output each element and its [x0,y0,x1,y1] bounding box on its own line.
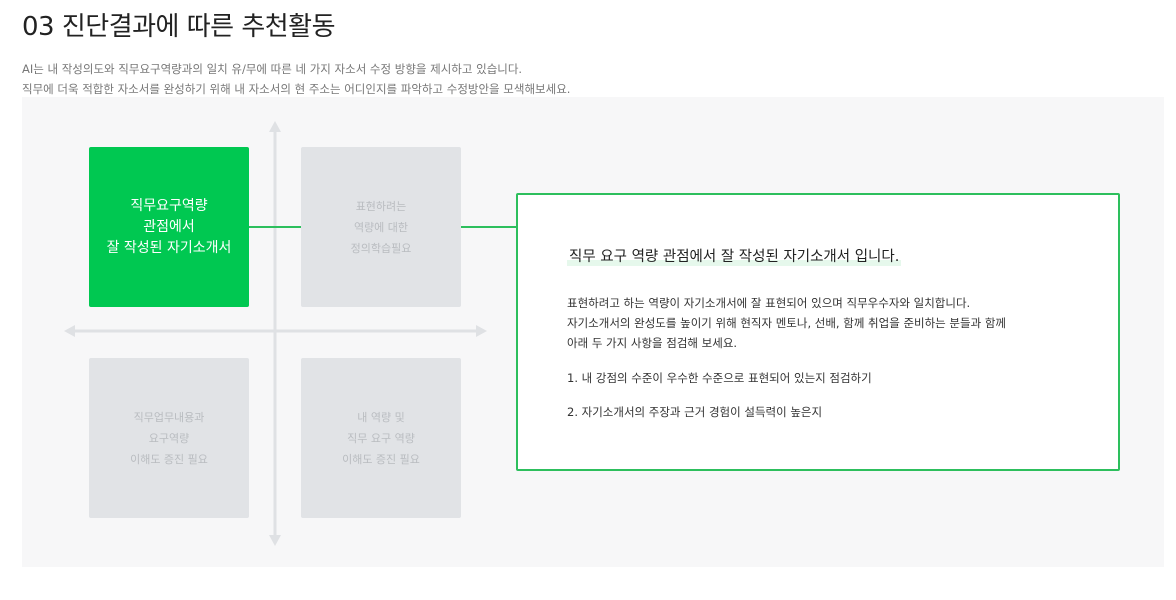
quadrant-label: 잘 작성된 자기소개서 [106,239,232,256]
detail-card: 직무 요구 역량 관점에서 잘 작성된 자기소개서 입니다. 표현하려고 하는 … [516,193,1120,471]
quadrant-job-understanding[interactable]: 직무업무내용과 요구역량 이해도 증진 필요 [89,358,249,518]
page: 03 진단결과에 따른 추천활동 AI는 내 작성의도와 직무요구역량과의 일치… [0,0,1176,600]
quadrant-label: 내 역량 및 [357,410,405,424]
description-line-2: 직무에 더욱 적합한 자소서를 완성하기 위해 내 자소서의 현 주소는 어디인… [22,82,571,96]
checklist: 1. 내 강점의 수준이 우수한 수준으로 표현되어 있는지 점검하기 2. 자… [567,368,872,422]
quadrant-label: 정의학습필요 [350,241,412,255]
description-line-1: AI는 내 작성의도와 직무요구역량과의 일치 유/무에 따른 네 가지 자소서… [22,62,523,76]
quadrant-label: 이해도 증진 필요 [130,452,208,466]
arrow-up-icon [269,121,281,132]
quadrant-label: 이해도 증진 필요 [342,452,420,466]
detail-body-line: 자기소개서의 완성도를 높이기 위해 현직자 멘토나, 선배, 함께 취업을 준… [567,316,1006,330]
arrow-down-icon [269,535,281,546]
checklist-item: 2. 자기소개서의 주장과 근거 경험이 설득력이 높은지 [567,405,823,419]
quadrant-definition-learning[interactable]: 표현하려는 역량에 대한 정의학습필요 [301,147,461,307]
checklist-item: 1. 내 강점의 수준이 우수한 수준으로 표현되어 있는지 점검하기 [567,371,872,385]
detail-body-line: 표현하려고 하는 역량이 자기소개서에 잘 표현되어 있으며 직무우수자와 일치… [567,296,971,310]
description: AI는 내 작성의도와 직무요구역량과의 일치 유/무에 따른 네 가지 자소서… [22,59,570,99]
arrow-left-icon [64,325,75,337]
quadrant-label: 직무요구역량 [130,197,208,214]
detail-title: 직무 요구 역량 관점에서 잘 작성된 자기소개서 입니다. [567,245,902,266]
quadrant-label: 표현하려는 [355,199,407,213]
quadrant-label: 역량에 대한 [353,220,409,234]
quadrant-label: 직무업무내용과 [133,410,205,424]
detail-body: 표현하려고 하는 역량이 자기소개서에 잘 표현되어 있으며 직무우수자와 일치… [567,293,1006,353]
quadrant-label: 요구역량 [148,431,190,445]
page-title: 03 진단결과에 따른 추천활동 [22,12,336,42]
quadrant-well-written[interactable]: 직무요구역량 관점에서 잘 작성된 자기소개서 [89,147,249,307]
arrow-right-icon [476,325,487,337]
quadrant-label: 직무 요구 역량 [347,431,415,445]
detail-body-line: 아래 두 가지 사항을 점검해 보세요. [567,336,738,350]
matrix-panel: 직무요구역량 관점에서 잘 작성된 자기소개서 표현하려는 역량에 대한 정의학… [22,97,1164,567]
quadrant-label: 관점에서 [143,218,195,235]
quadrant-competency-understanding[interactable]: 내 역량 및 직무 요구 역량 이해도 증진 필요 [301,358,461,518]
